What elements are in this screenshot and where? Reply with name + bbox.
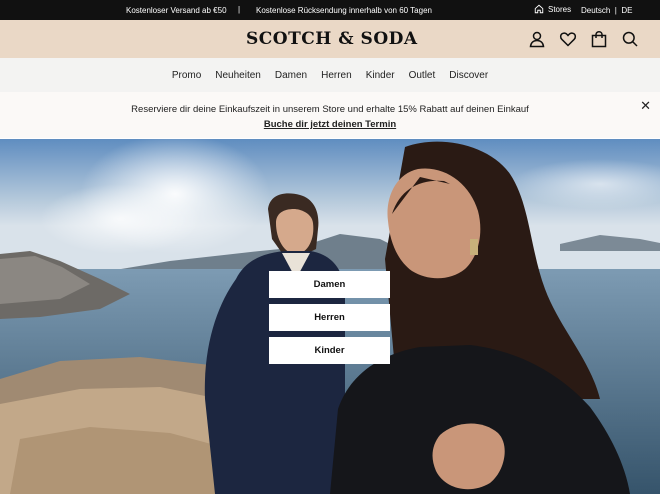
account-icon[interactable]	[528, 30, 546, 48]
announcement-bar: Kostenloser Versand ab €50 | Kostenlose …	[0, 0, 660, 20]
returns-message: Kostenlose Rücksendung innerhalb von 60 …	[256, 6, 432, 15]
nav-item-kinder[interactable]: Kinder	[366, 70, 395, 81]
nav-item-neuheiten[interactable]: Neuheiten	[215, 70, 261, 81]
header-icons	[528, 30, 639, 48]
nav-item-discover[interactable]: Discover	[449, 70, 488, 81]
promo-appointment-link[interactable]: Buche dir jetzt deinen Termin	[0, 119, 660, 130]
search-icon[interactable]	[621, 30, 639, 48]
hero-button-damen[interactable]: Damen	[269, 271, 390, 298]
shipping-message: Kostenloser Versand ab €50	[126, 6, 227, 15]
hero-button-herren[interactable]: Herren	[269, 304, 390, 331]
brand-logo[interactable]: SCOTCH & SODA	[246, 29, 418, 49]
nav-item-damen[interactable]: Damen	[275, 70, 307, 81]
stores-label: Stores	[548, 4, 572, 14]
bag-icon[interactable]	[590, 30, 608, 48]
main-nav: Promo Neuheiten Damen Herren Kinder Outl…	[0, 58, 660, 92]
store-icon	[534, 4, 544, 14]
hero-button-kinder[interactable]: Kinder	[269, 337, 390, 364]
promo-text: Reserviere dir deine Einkaufszeit in uns…	[131, 104, 529, 115]
language-selector[interactable]: Deutsch | DE	[581, 6, 632, 15]
nav-item-herren[interactable]: Herren	[321, 70, 352, 81]
heart-icon[interactable]	[559, 30, 577, 48]
stores-link[interactable]: Stores	[534, 4, 571, 14]
promo-banner: Reserviere dir deine Einkaufszeit in uns…	[0, 92, 660, 138]
hero-banner: Damen Herren Kinder	[0, 139, 660, 494]
close-icon[interactable]: ✕	[640, 98, 651, 114]
nav-item-promo[interactable]: Promo	[172, 70, 201, 81]
nav-item-outlet[interactable]: Outlet	[409, 70, 436, 81]
site-header: SCOTCH & SODA	[0, 20, 660, 58]
announcement-separator: |	[238, 5, 241, 14]
